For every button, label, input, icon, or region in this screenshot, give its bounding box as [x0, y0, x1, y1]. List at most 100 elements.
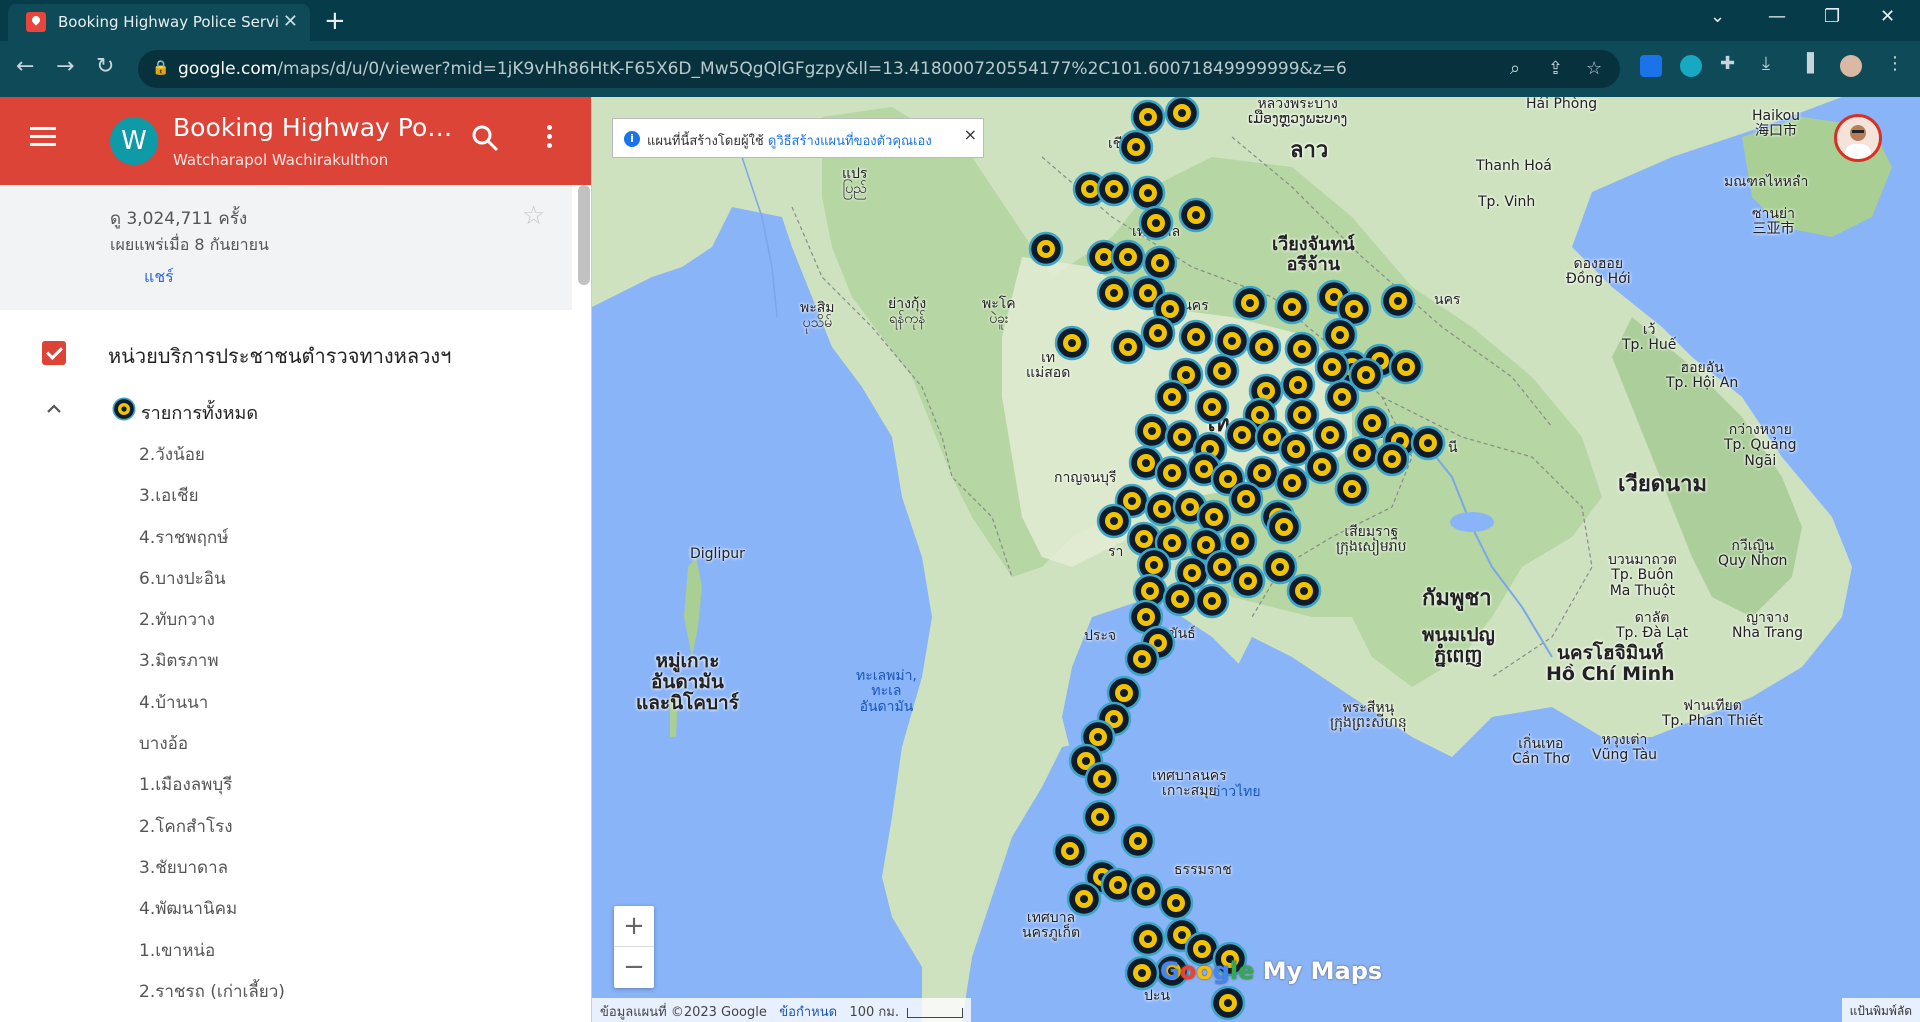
- terms-link[interactable]: ข้อกำหนด: [779, 1005, 837, 1020]
- chrome-menu-icon[interactable]: ⋮: [1886, 53, 1904, 74]
- police-station-marker[interactable]: [1286, 573, 1322, 609]
- police-station-marker[interactable]: [1322, 317, 1358, 353]
- map-label: ปะน: [1144, 988, 1170, 1004]
- profile-avatar-icon[interactable]: [1840, 55, 1862, 77]
- police-station-marker[interactable]: [1140, 315, 1176, 351]
- layer-visibility-checkbox[interactable]: [42, 341, 66, 365]
- police-station-marker[interactable]: [1096, 275, 1132, 311]
- police-station-marker[interactable]: [1118, 129, 1154, 165]
- map-label: ดองฮอย Đồng Hới: [1566, 256, 1631, 288]
- lock-icon: 🔒: [152, 60, 170, 76]
- police-station-marker[interactable]: [1312, 417, 1348, 453]
- close-notice-icon[interactable]: ×: [964, 125, 977, 144]
- police-badge-icon: [112, 397, 136, 421]
- star-icon[interactable]: ☆: [522, 201, 545, 231]
- list-item[interactable]: 4.พัฒนานิคม: [139, 895, 285, 936]
- map-label: บวนมาถวต Tp. Buôn Ma Thuột: [1608, 552, 1677, 599]
- list-item[interactable]: 1.เขาหน่อ: [139, 937, 285, 978]
- police-station-marker[interactable]: [1374, 441, 1410, 477]
- new-tab-icon[interactable]: +: [324, 6, 346, 36]
- zoom-out-button[interactable]: −: [614, 947, 654, 988]
- zoom-in-button[interactable]: +: [614, 906, 654, 947]
- police-station-marker[interactable]: [1120, 823, 1156, 859]
- list-item[interactable]: 2.ทับกวาง: [139, 606, 285, 647]
- extension-icon[interactable]: [1680, 55, 1702, 77]
- police-station-marker[interactable]: [1178, 319, 1214, 355]
- search-icon[interactable]: [470, 123, 500, 153]
- list-item[interactable]: 1.เมืองลพบุรี: [139, 771, 285, 812]
- close-window-icon[interactable]: ✕: [1880, 6, 1895, 27]
- create-map-link[interactable]: ดูวิธีสร้างแผนที่ของตัวคุณเอง: [768, 134, 932, 149]
- police-station-marker[interactable]: [1066, 881, 1102, 917]
- bookmark-star-icon[interactable]: ☆: [1586, 58, 1602, 79]
- list-item[interactable]: 3.มิตรภาพ: [139, 647, 285, 688]
- map-label: ย่างกุ้ง ရန်ကုန်: [888, 296, 927, 328]
- browser-tab[interactable]: Booking Highway Police Service / ✕: [8, 4, 310, 41]
- police-station-marker[interactable]: [1204, 353, 1240, 389]
- restore-window-icon[interactable]: ❐: [1824, 6, 1840, 27]
- police-station-marker[interactable]: [1334, 471, 1370, 507]
- list-item[interactable]: 2.ราชรถ (เก่าเลี้ยว): [139, 978, 285, 1019]
- police-station-marker[interactable]: [1388, 349, 1424, 385]
- forward-icon[interactable]: →: [56, 54, 74, 79]
- police-station-marker[interactable]: [1230, 563, 1266, 599]
- police-station-marker[interactable]: [1054, 325, 1090, 361]
- group-label[interactable]: รายการทั้งหมด: [141, 398, 258, 427]
- list-item[interactable]: 3.ชัยบาดาล: [139, 854, 285, 895]
- hamburger-menu-icon[interactable]: [30, 127, 56, 147]
- extensions-puzzle-icon[interactable]: ✚: [1720, 53, 1735, 74]
- zoom-icon[interactable]: ⌕: [1510, 58, 1520, 79]
- list-item[interactable]: 2.วังน้อย: [139, 441, 285, 482]
- address-bar[interactable]: 🔒 google.com/maps/d/u/0/viewer?mid=1jK9v…: [138, 50, 1620, 88]
- police-station-marker[interactable]: [1110, 239, 1146, 275]
- scale-label[interactable]: 100 กม.: [849, 1005, 899, 1020]
- share-icon[interactable]: ⇪: [1548, 58, 1563, 79]
- police-station-marker[interactable]: [1164, 97, 1200, 131]
- police-station-marker[interactable]: [1380, 283, 1416, 319]
- police-station-marker[interactable]: [1210, 985, 1246, 1021]
- police-station-marker[interactable]: [1154, 379, 1190, 415]
- panel-scrollbar[interactable]: [578, 185, 590, 285]
- police-station-marker[interactable]: [1246, 329, 1282, 365]
- browser-tab-bar: Booking Highway Police Service / ✕ + ⌄ —…: [0, 0, 1920, 41]
- police-station-marker[interactable]: [1410, 425, 1446, 461]
- side-panel-icon[interactable]: ▐: [1800, 53, 1814, 74]
- police-station-marker[interactable]: [1194, 583, 1230, 619]
- reload-icon[interactable]: ↻: [96, 54, 114, 79]
- police-station-marker[interactable]: [1232, 285, 1268, 321]
- more-options-icon[interactable]: [536, 125, 562, 155]
- map-canvas[interactable]: Hải Phòng Haikou 海口市 มณฑลไหหลำ ซานย่า 三亚…: [592, 97, 1920, 1022]
- police-station-marker[interactable]: [1124, 955, 1160, 991]
- police-station-marker[interactable]: [1084, 761, 1120, 797]
- tab-search-chevron-icon[interactable]: ⌄: [1710, 6, 1725, 27]
- list-item[interactable]: 6.บางปะอิน: [139, 565, 285, 606]
- download-icon[interactable]: ⤓: [1762, 53, 1770, 74]
- police-station-marker[interactable]: [1138, 205, 1174, 241]
- list-item[interactable]: 4.ราชพฤกษ์: [139, 524, 285, 565]
- police-station-marker[interactable]: [1162, 581, 1198, 617]
- list-item[interactable]: 2.โคกสำโรง: [139, 813, 285, 854]
- police-station-marker[interactable]: [1228, 481, 1264, 517]
- police-station-marker[interactable]: [1158, 885, 1194, 921]
- police-station-marker[interactable]: [1178, 197, 1214, 233]
- police-station-marker[interactable]: [1154, 455, 1190, 491]
- list-item[interactable]: 4.บ้านนา: [139, 689, 285, 730]
- close-tab-icon[interactable]: ✕: [283, 11, 298, 32]
- list-item[interactable]: บางอ้อ: [139, 730, 285, 771]
- share-link[interactable]: แชร์: [144, 265, 174, 290]
- police-station-marker[interactable]: [1266, 509, 1302, 545]
- back-icon[interactable]: ←: [16, 54, 34, 79]
- police-station-marker[interactable]: [1052, 833, 1088, 869]
- keyboard-shortcuts-link[interactable]: แป้นพิมพ์ลัด: [1841, 998, 1920, 1022]
- list-item[interactable]: 3.เอเชีย: [139, 482, 285, 523]
- police-station-marker[interactable]: [1124, 641, 1160, 677]
- translate-extension-icon[interactable]: [1640, 55, 1662, 77]
- minimize-window-icon[interactable]: —: [1768, 6, 1786, 27]
- police-station-marker[interactable]: [1130, 921, 1166, 957]
- police-station-marker[interactable]: [1274, 289, 1310, 325]
- police-station-marker[interactable]: [1082, 799, 1118, 835]
- police-station-marker[interactable]: [1028, 231, 1064, 267]
- user-account-avatar[interactable]: [1834, 114, 1882, 162]
- police-station-marker[interactable]: [1096, 171, 1132, 207]
- chevron-up-icon[interactable]: [46, 401, 62, 417]
